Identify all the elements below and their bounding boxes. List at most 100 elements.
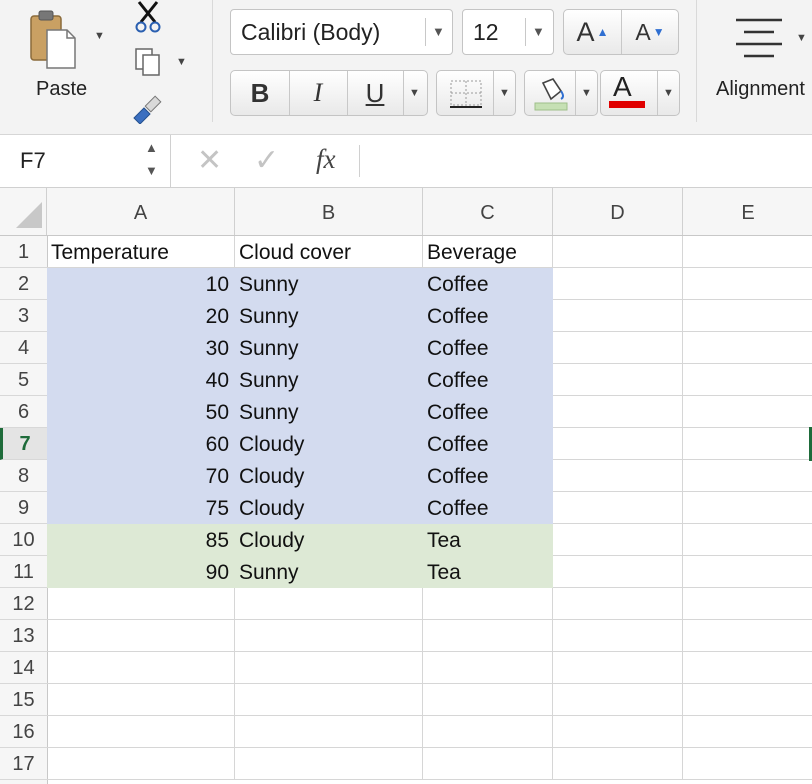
cell-b12[interactable]: [235, 588, 423, 620]
cell-e9[interactable]: [683, 492, 812, 524]
cell-b7[interactable]: Cloudy: [235, 428, 423, 460]
decrease-font-size-button[interactable]: A ▼: [622, 10, 678, 54]
cell-a1[interactable]: Temperature: [47, 236, 235, 268]
cell-c16[interactable]: [423, 716, 553, 748]
row-header-4[interactable]: 4: [0, 332, 47, 364]
cell-d9[interactable]: [553, 492, 683, 524]
cell-d5[interactable]: [553, 364, 683, 396]
row-header-8[interactable]: 8: [0, 460, 47, 492]
row-header-1[interactable]: 1: [0, 236, 47, 268]
stepper-up-icon[interactable]: ▲: [145, 140, 158, 155]
cell-e16[interactable]: [683, 716, 812, 748]
cell-d6[interactable]: [553, 396, 683, 428]
cell-c17[interactable]: [423, 748, 553, 780]
cell-c11[interactable]: Tea: [423, 556, 553, 588]
cell-e6[interactable]: [683, 396, 812, 428]
cell-b17[interactable]: [235, 748, 423, 780]
row-header-7[interactable]: 7: [0, 428, 47, 460]
paste-options-arrow-icon[interactable]: ▼: [94, 30, 105, 42]
column-header-c[interactable]: C: [423, 188, 553, 235]
cell-d16[interactable]: [553, 716, 683, 748]
row-header-9[interactable]: 9: [0, 492, 47, 524]
cell-d7[interactable]: [553, 428, 683, 460]
cell-e7[interactable]: [683, 428, 812, 460]
cell-c2[interactable]: Coffee: [423, 268, 553, 300]
cell-b16[interactable]: [235, 716, 423, 748]
row-header-11[interactable]: 11: [0, 556, 47, 588]
cell-a17[interactable]: [47, 748, 235, 780]
cell-b6[interactable]: Sunny: [235, 396, 423, 428]
underline-button[interactable]: U: [348, 71, 402, 115]
cell-b15[interactable]: [235, 684, 423, 716]
cell-b10[interactable]: Cloudy: [235, 524, 423, 556]
cell-a15[interactable]: [47, 684, 235, 716]
cell-a8[interactable]: 70: [47, 460, 235, 492]
cell-a4[interactable]: 30: [47, 332, 235, 364]
borders-button[interactable]: ▼: [436, 70, 516, 116]
cell-c12[interactable]: [423, 588, 553, 620]
cell-e14[interactable]: [683, 652, 812, 684]
alignment-button[interactable]: [732, 14, 786, 60]
font-color-button[interactable]: A ▼: [600, 70, 680, 116]
cell-c13[interactable]: [423, 620, 553, 652]
cell-d10[interactable]: [553, 524, 683, 556]
cell-c14[interactable]: [423, 652, 553, 684]
font-size-dropdown[interactable]: 12 ▼: [462, 9, 554, 55]
cell-c7[interactable]: Coffee: [423, 428, 553, 460]
cell-a6[interactable]: 50: [47, 396, 235, 428]
cell-b11[interactable]: Sunny: [235, 556, 423, 588]
cell-c15[interactable]: [423, 684, 553, 716]
cell-e12[interactable]: [683, 588, 812, 620]
cell-e1[interactable]: [683, 236, 812, 268]
cell-c5[interactable]: Coffee: [423, 364, 553, 396]
formula-input[interactable]: [370, 135, 810, 187]
cell-a9[interactable]: 75: [47, 492, 235, 524]
cell-a10[interactable]: 85: [47, 524, 235, 556]
cell-e8[interactable]: [683, 460, 812, 492]
cell-b3[interactable]: Sunny: [235, 300, 423, 332]
cell-c10[interactable]: Tea: [423, 524, 553, 556]
chevron-down-icon[interactable]: ▼: [796, 32, 807, 44]
cell-e13[interactable]: [683, 620, 812, 652]
copy-button[interactable]: [133, 46, 163, 78]
row-header-13[interactable]: 13: [0, 620, 47, 652]
insert-function-button[interactable]: fx: [316, 144, 336, 175]
cell-d2[interactable]: [553, 268, 683, 300]
fill-color-button[interactable]: ▼: [524, 70, 598, 116]
format-painter-button[interactable]: [130, 92, 166, 125]
column-header-b[interactable]: B: [235, 188, 423, 235]
paste-button[interactable]: [29, 8, 79, 70]
cell-b13[interactable]: [235, 620, 423, 652]
cell-b1[interactable]: Cloud cover: [235, 236, 423, 268]
italic-button[interactable]: I: [290, 71, 346, 115]
cell-a5[interactable]: 40: [47, 364, 235, 396]
cell-d8[interactable]: [553, 460, 683, 492]
cell-b14[interactable]: [235, 652, 423, 684]
cell-c6[interactable]: Coffee: [423, 396, 553, 428]
cell-b5[interactable]: Sunny: [235, 364, 423, 396]
cell-e3[interactable]: [683, 300, 812, 332]
cell-e15[interactable]: [683, 684, 812, 716]
cell-c3[interactable]: Coffee: [423, 300, 553, 332]
cell-a16[interactable]: [47, 716, 235, 748]
underline-options-arrow-icon[interactable]: ▼: [409, 87, 420, 99]
font-name-dropdown[interactable]: Calibri (Body) ▼: [230, 9, 453, 55]
row-header-5[interactable]: 5: [0, 364, 47, 396]
cell-b4[interactable]: Sunny: [235, 332, 423, 364]
row-header-14[interactable]: 14: [0, 652, 47, 684]
cell-d12[interactable]: [553, 588, 683, 620]
cell-a3[interactable]: 20: [47, 300, 235, 332]
cell-d4[interactable]: [553, 332, 683, 364]
row-header-16[interactable]: 16: [0, 716, 47, 748]
cell-d17[interactable]: [553, 748, 683, 780]
cell-e10[interactable]: [683, 524, 812, 556]
cell-e17[interactable]: [683, 748, 812, 780]
enter-check-icon[interactable]: ✓: [254, 143, 279, 178]
cell-c8[interactable]: Coffee: [423, 460, 553, 492]
cut-button[interactable]: [133, 0, 163, 34]
cancel-x-icon[interactable]: ✕: [197, 143, 222, 178]
cell-d3[interactable]: [553, 300, 683, 332]
cell-a12[interactable]: [47, 588, 235, 620]
row-header-10[interactable]: 10: [0, 524, 47, 556]
increase-font-size-button[interactable]: A ▲: [564, 10, 621, 54]
